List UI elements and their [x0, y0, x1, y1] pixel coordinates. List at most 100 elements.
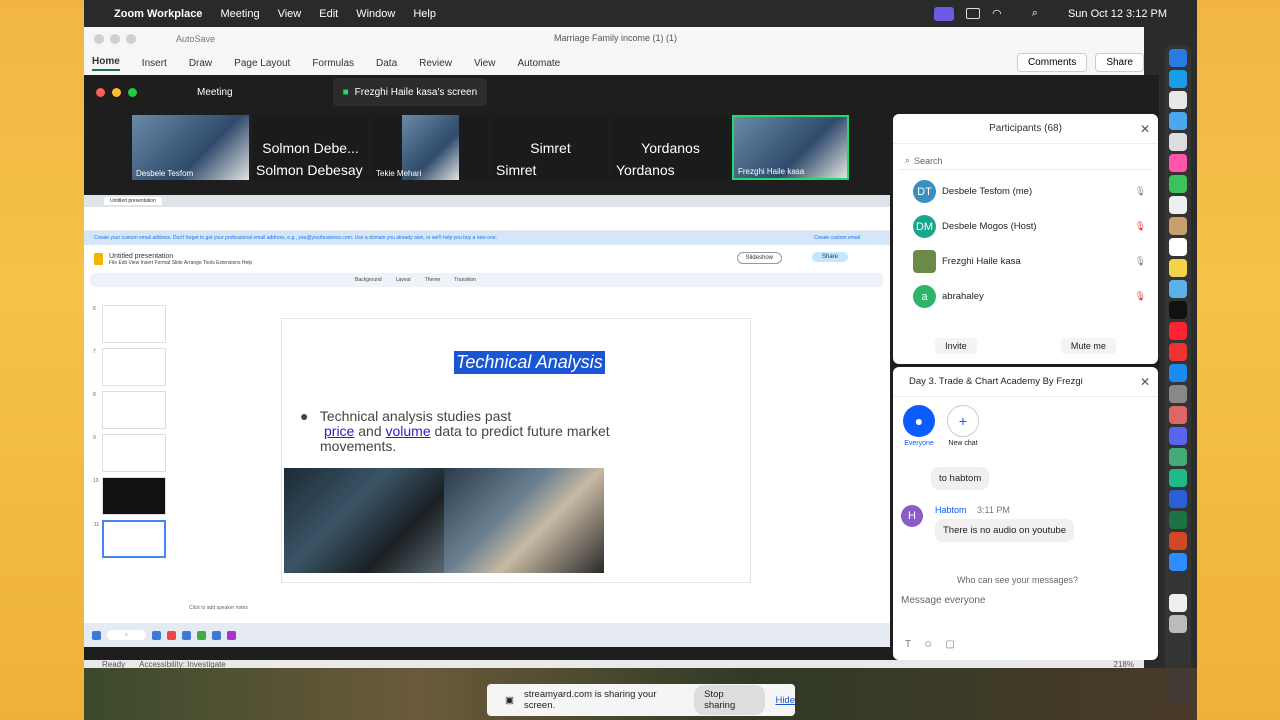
chrome-icon[interactable]	[1169, 91, 1187, 109]
excel-icon[interactable]	[1169, 511, 1187, 529]
who-can-see-link[interactable]: Who can see your messages?	[957, 575, 1078, 585]
share-screen-tab[interactable]: ■ Frezghi Haile kasa's screen	[332, 78, 488, 106]
slideshow-button[interactable]: Slideshow	[736, 252, 782, 264]
taskbar-search[interactable]: ⌕	[107, 630, 146, 640]
taskbar-app-icon[interactable]	[181, 630, 191, 640]
toolbar-layout[interactable]: Layout	[396, 277, 411, 283]
downloads-icon[interactable]	[1169, 594, 1187, 612]
trash-icon[interactable]	[1169, 615, 1187, 633]
photos-icon[interactable]	[1169, 154, 1187, 172]
slide-title[interactable]: Technical Analysis	[454, 351, 605, 374]
menu-help[interactable]: Help	[413, 8, 436, 20]
finder-icon[interactable]	[1169, 49, 1187, 67]
stickies-icon[interactable]	[1169, 259, 1187, 277]
search-icon[interactable]: ⌕	[1032, 7, 1038, 20]
safari-icon[interactable]	[1169, 70, 1187, 88]
participant-row[interactable]: Frezghi Haile kasa 🎙	[893, 244, 1158, 279]
stop-sharing-button[interactable]: Stop sharing	[694, 685, 766, 715]
video-tile[interactable]: Simret Simret	[492, 115, 609, 180]
chat-tab-everyone[interactable]: ● Everyone	[903, 405, 935, 447]
taskbar-app-icon[interactable]	[196, 630, 206, 640]
zoom-icon[interactable]	[1169, 553, 1187, 571]
zoom-level[interactable]: 218%	[1114, 660, 1134, 669]
toolbar-theme[interactable]: Theme	[425, 277, 441, 283]
menu-meeting[interactable]: Meeting	[220, 8, 259, 20]
powerpoint-icon[interactable]	[1169, 532, 1187, 550]
tab-review[interactable]: Review	[419, 58, 452, 69]
taskbar-app-icon[interactable]	[226, 630, 236, 640]
tab-formulas[interactable]: Formulas	[312, 58, 354, 69]
slides-menu[interactable]: File Edit View Insert Format Slide Arran…	[109, 260, 252, 266]
slide-image-traders[interactable]	[284, 468, 604, 573]
format-icon[interactable]: T	[905, 639, 911, 650]
speaker-notes[interactable]: Click to add speaker notes	[189, 605, 248, 611]
slide-body[interactable]: ● Technical analysis studies past price …	[300, 409, 610, 454]
participant-row[interactable]: a abrahaley 🎙	[893, 279, 1158, 314]
tab-view[interactable]: View	[474, 58, 496, 69]
participant-row[interactable]: DM Desbele Mogos (Host) 🎙	[893, 209, 1158, 244]
freeform-icon[interactable]	[1169, 280, 1187, 298]
slide-thumb[interactable]: 10	[93, 477, 166, 515]
video-tile[interactable]: Tekie Mehari	[372, 115, 489, 180]
maps-icon[interactable]	[1169, 133, 1187, 151]
toolbar-transition[interactable]: Transition	[454, 277, 476, 283]
taskbar-app-icon[interactable]	[166, 630, 176, 640]
menu-view[interactable]: View	[278, 8, 302, 20]
news-icon[interactable]	[1169, 343, 1187, 361]
reminders-icon[interactable]	[1169, 238, 1187, 256]
tab-page-layout[interactable]: Page Layout	[234, 58, 290, 69]
messages-icon[interactable]	[1169, 469, 1187, 487]
tab-automate[interactable]: Automate	[517, 58, 560, 69]
excel-traffic-lights[interactable]	[94, 34, 136, 44]
mail-icon[interactable]	[1169, 112, 1187, 130]
taskbar-app-icon[interactable]	[211, 630, 221, 640]
slides-share-button[interactable]: Share	[811, 252, 848, 262]
excel-share-button[interactable]: Share	[1095, 53, 1144, 72]
chat-input[interactable]: Message everyone	[901, 595, 986, 606]
facetime-icon[interactable]	[1169, 175, 1187, 193]
slide-thumb[interactable]: 9	[93, 434, 166, 472]
mute-me-button[interactable]: Mute me	[1060, 338, 1116, 354]
zoom-traffic-lights[interactable]	[96, 87, 137, 97]
zoom-meeting-label[interactable]: Meeting	[197, 87, 233, 98]
file-icon[interactable]: ▢	[945, 639, 954, 650]
tab-home[interactable]: Home	[92, 56, 120, 71]
tab-insert[interactable]: Insert	[142, 58, 167, 69]
slide-thumb[interactable]: 8	[93, 391, 166, 429]
word-icon[interactable]	[1169, 490, 1187, 508]
participants-search[interactable]: ⌕ Search	[899, 152, 1152, 170]
browser-tab[interactable]: Untitled presentation	[104, 197, 162, 205]
slides-doc-title[interactable]: Untitled presentation	[109, 253, 252, 260]
menu-window[interactable]: Window	[356, 8, 395, 20]
tab-data[interactable]: Data	[376, 58, 397, 69]
menubar-clock[interactable]: Sun Oct 12 3:12 PM	[1068, 8, 1167, 20]
comments-button[interactable]: Comments	[1016, 53, 1088, 72]
taskbar-app-icon[interactable]	[151, 630, 161, 640]
hide-button[interactable]: Hide	[775, 695, 795, 706]
discord-icon[interactable]	[1169, 427, 1187, 445]
slide-thumb-selected[interactable]: 11	[94, 520, 166, 558]
browser-url-bar[interactable]	[84, 207, 890, 219]
emoji-icon[interactable]: ☺	[923, 639, 933, 650]
app-icon[interactable]	[1169, 406, 1187, 424]
menu-edit[interactable]: Edit	[319, 8, 338, 20]
slide-thumb[interactable]: 6	[93, 305, 166, 343]
zoom-status-icon[interactable]	[934, 6, 955, 21]
video-tile[interactable]: Solmon Debe... Solmon Debesay	[252, 115, 369, 180]
battery-icon[interactable]	[966, 8, 981, 19]
participant-row[interactable]: DT Desbele Tesfom (me) 🎙	[893, 174, 1158, 209]
video-tile[interactable]: Yordanos Yordanos	[612, 115, 729, 180]
app-store-icon[interactable]	[1169, 364, 1187, 382]
slide-thumb[interactable]: 7	[93, 348, 166, 386]
status-accessibility[interactable]: Accessibility: Investigate	[139, 660, 226, 669]
new-chat-button[interactable]: + New chat	[947, 405, 979, 447]
menubar-app-name[interactable]: Zoom Workplace	[114, 8, 202, 20]
close-icon[interactable]: ✕	[1140, 375, 1150, 389]
autosave-label[interactable]: AutoSave	[176, 34, 215, 44]
video-tile-active[interactable]: Frezghi Haile kasa	[732, 115, 849, 180]
tab-draw[interactable]: Draw	[189, 58, 212, 69]
video-tile[interactable]: Desbele Tesfom	[132, 115, 249, 180]
windows-start-icon[interactable]	[92, 630, 101, 640]
music-icon[interactable]	[1169, 322, 1187, 340]
app-icon[interactable]	[1169, 448, 1187, 466]
